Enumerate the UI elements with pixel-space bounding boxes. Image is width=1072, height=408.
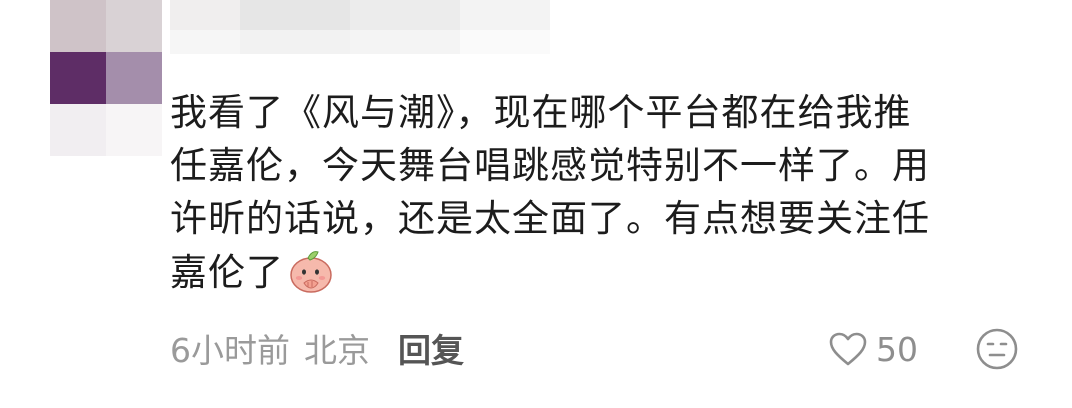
username-mosaic-tile (460, 30, 550, 54)
avatar-mosaic-tile (106, 0, 162, 52)
username-mosaic-tile (240, 0, 350, 30)
avatar-mosaic-tile (50, 0, 106, 52)
username-mosaic-tile (240, 30, 350, 54)
avatar-mosaic-tile (50, 104, 106, 156)
avatar-mosaic-tile (106, 52, 162, 104)
username-mosaic-tile (350, 0, 460, 30)
username-mosaic-tile (170, 30, 240, 54)
avatar-mosaic-tile (106, 104, 162, 156)
comment-text: 我看了《风与潮》，现在哪个平台都在给我推 任嘉伦，今天舞台唱跳感觉特别不一样了。… (170, 86, 1030, 299)
comment-time: 6小时前 (170, 331, 290, 370)
comment-line: 嘉伦了 (170, 251, 284, 294)
smiley-face-icon[interactable] (974, 326, 1020, 372)
comment-location: 北京 (304, 331, 370, 370)
peach-emoji-icon (290, 251, 332, 293)
comment-line: 许昕的话说，还是太全面了。有点想要关注任 (170, 197, 930, 240)
reply-button[interactable]: 回复 (398, 324, 464, 372)
like-count: 50 (876, 329, 918, 369)
like-button[interactable]: 50 (828, 324, 918, 374)
comment-line: 任嘉伦，今天舞台唱跳感觉特别不一样了。用 (170, 144, 930, 187)
username-mosaic-tile (460, 0, 550, 30)
comment-meta: 6小时前 北京 回复 (170, 322, 464, 374)
username-redacted[interactable] (170, 0, 550, 60)
avatar[interactable] (50, 0, 170, 180)
username-mosaic-tile (350, 30, 460, 54)
username-mosaic-tile (170, 0, 240, 30)
comment-line: 我看了《风与潮》，现在哪个平台都在给我推 (170, 91, 912, 134)
heart-outline-icon (829, 332, 867, 366)
comment-line-last: 嘉伦了 (170, 245, 1030, 299)
avatar-mosaic-tile (50, 52, 106, 104)
